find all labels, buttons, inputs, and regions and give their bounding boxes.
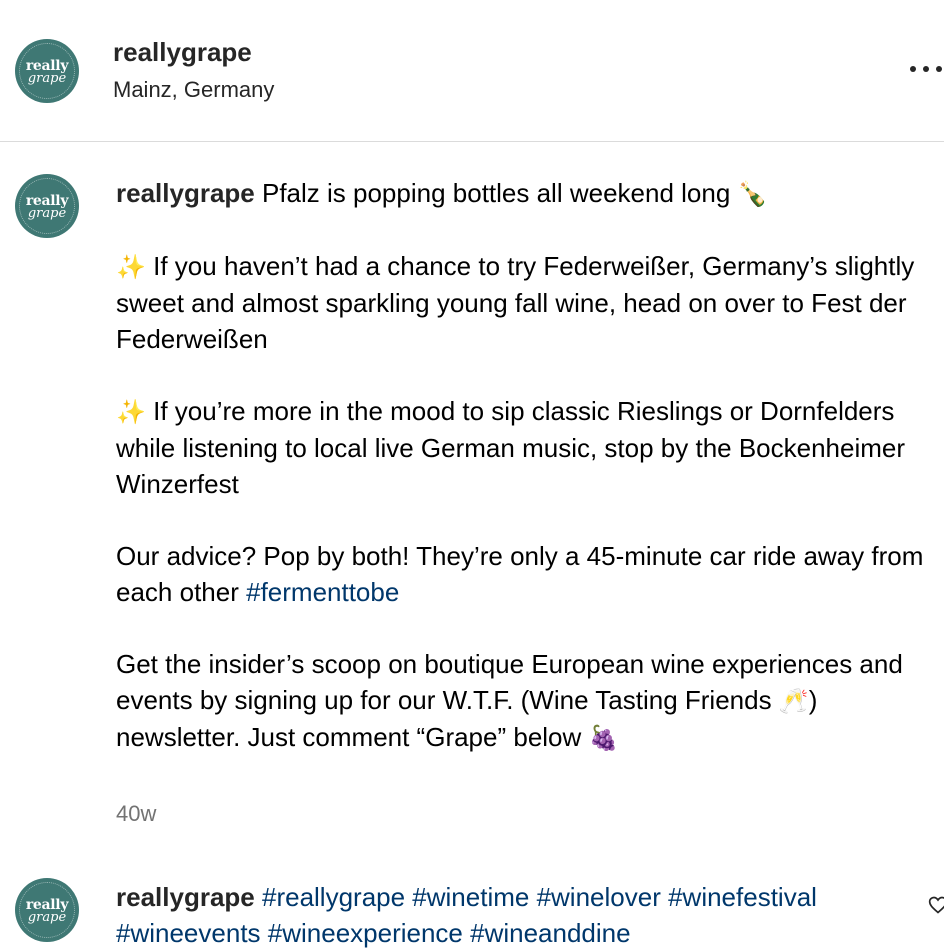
avatar-logo-text-2: grape — [27, 206, 67, 221]
caption-paragraph-3: Our advice? Pop by both! They’re only a … — [116, 538, 926, 610]
caption-headline: Pfalz is popping bottles all weekend lon… — [261, 178, 731, 208]
clinking-glasses-emoji: 🥂 — [778, 687, 809, 715]
avatar-logo-text-2: grape — [27, 910, 67, 925]
comment-avatar[interactable]: really grape — [15, 878, 79, 942]
hashtag-link[interactable]: #fermenttobe — [246, 577, 399, 607]
comment-body: reallygrape #reallygrape #winetime #wine… — [116, 879, 876, 951]
caption-username[interactable]: reallygrape — [116, 178, 255, 208]
caption-timestamp[interactable]: 40w — [116, 801, 156, 827]
heart-icon[interactable] — [928, 895, 944, 915]
caption-paragraph-4: Get the insider’s scoop on boutique Euro… — [116, 646, 926, 756]
header-location[interactable]: Mainz, Germany — [113, 77, 274, 103]
post-header: really grape reallygrape Mainz, Germany — [0, 0, 944, 142]
caption-line-1: reallygrape Pfalz is popping bottles all… — [116, 175, 926, 212]
sparkle-emoji: ✨ — [116, 253, 146, 281]
grapes-emoji: 🍇 — [588, 724, 619, 752]
caption-paragraph-2-text: If you’re more in the mood to sip classi… — [116, 396, 906, 499]
bottle-emoji: 🍾 — [737, 180, 768, 208]
caption-avatar[interactable]: really grape — [15, 174, 79, 238]
sparkle-emoji: ✨ — [116, 398, 146, 426]
more-options-icon[interactable] — [908, 62, 944, 78]
header-username[interactable]: reallygrape — [113, 37, 252, 68]
caption-text: reallygrape Pfalz is popping bottles all… — [116, 175, 926, 756]
caption-paragraph-1-text: If you haven’t had a chance to try Feder… — [116, 251, 915, 354]
caption-paragraph-1: ✨ If you haven’t had a chance to try Fed… — [116, 248, 926, 357]
comment-text: reallygrape #reallygrape #winetime #wine… — [116, 879, 876, 951]
avatar-logo-text-2: grape — [27, 71, 67, 86]
comment-username[interactable]: reallygrape — [116, 882, 255, 912]
caption-paragraph-2: ✨ If you’re more in the mood to sip clas… — [116, 393, 926, 502]
avatar[interactable]: really grape — [15, 39, 79, 103]
caption-paragraph-3-text: Our advice? Pop by both! They’re only a … — [116, 541, 924, 607]
